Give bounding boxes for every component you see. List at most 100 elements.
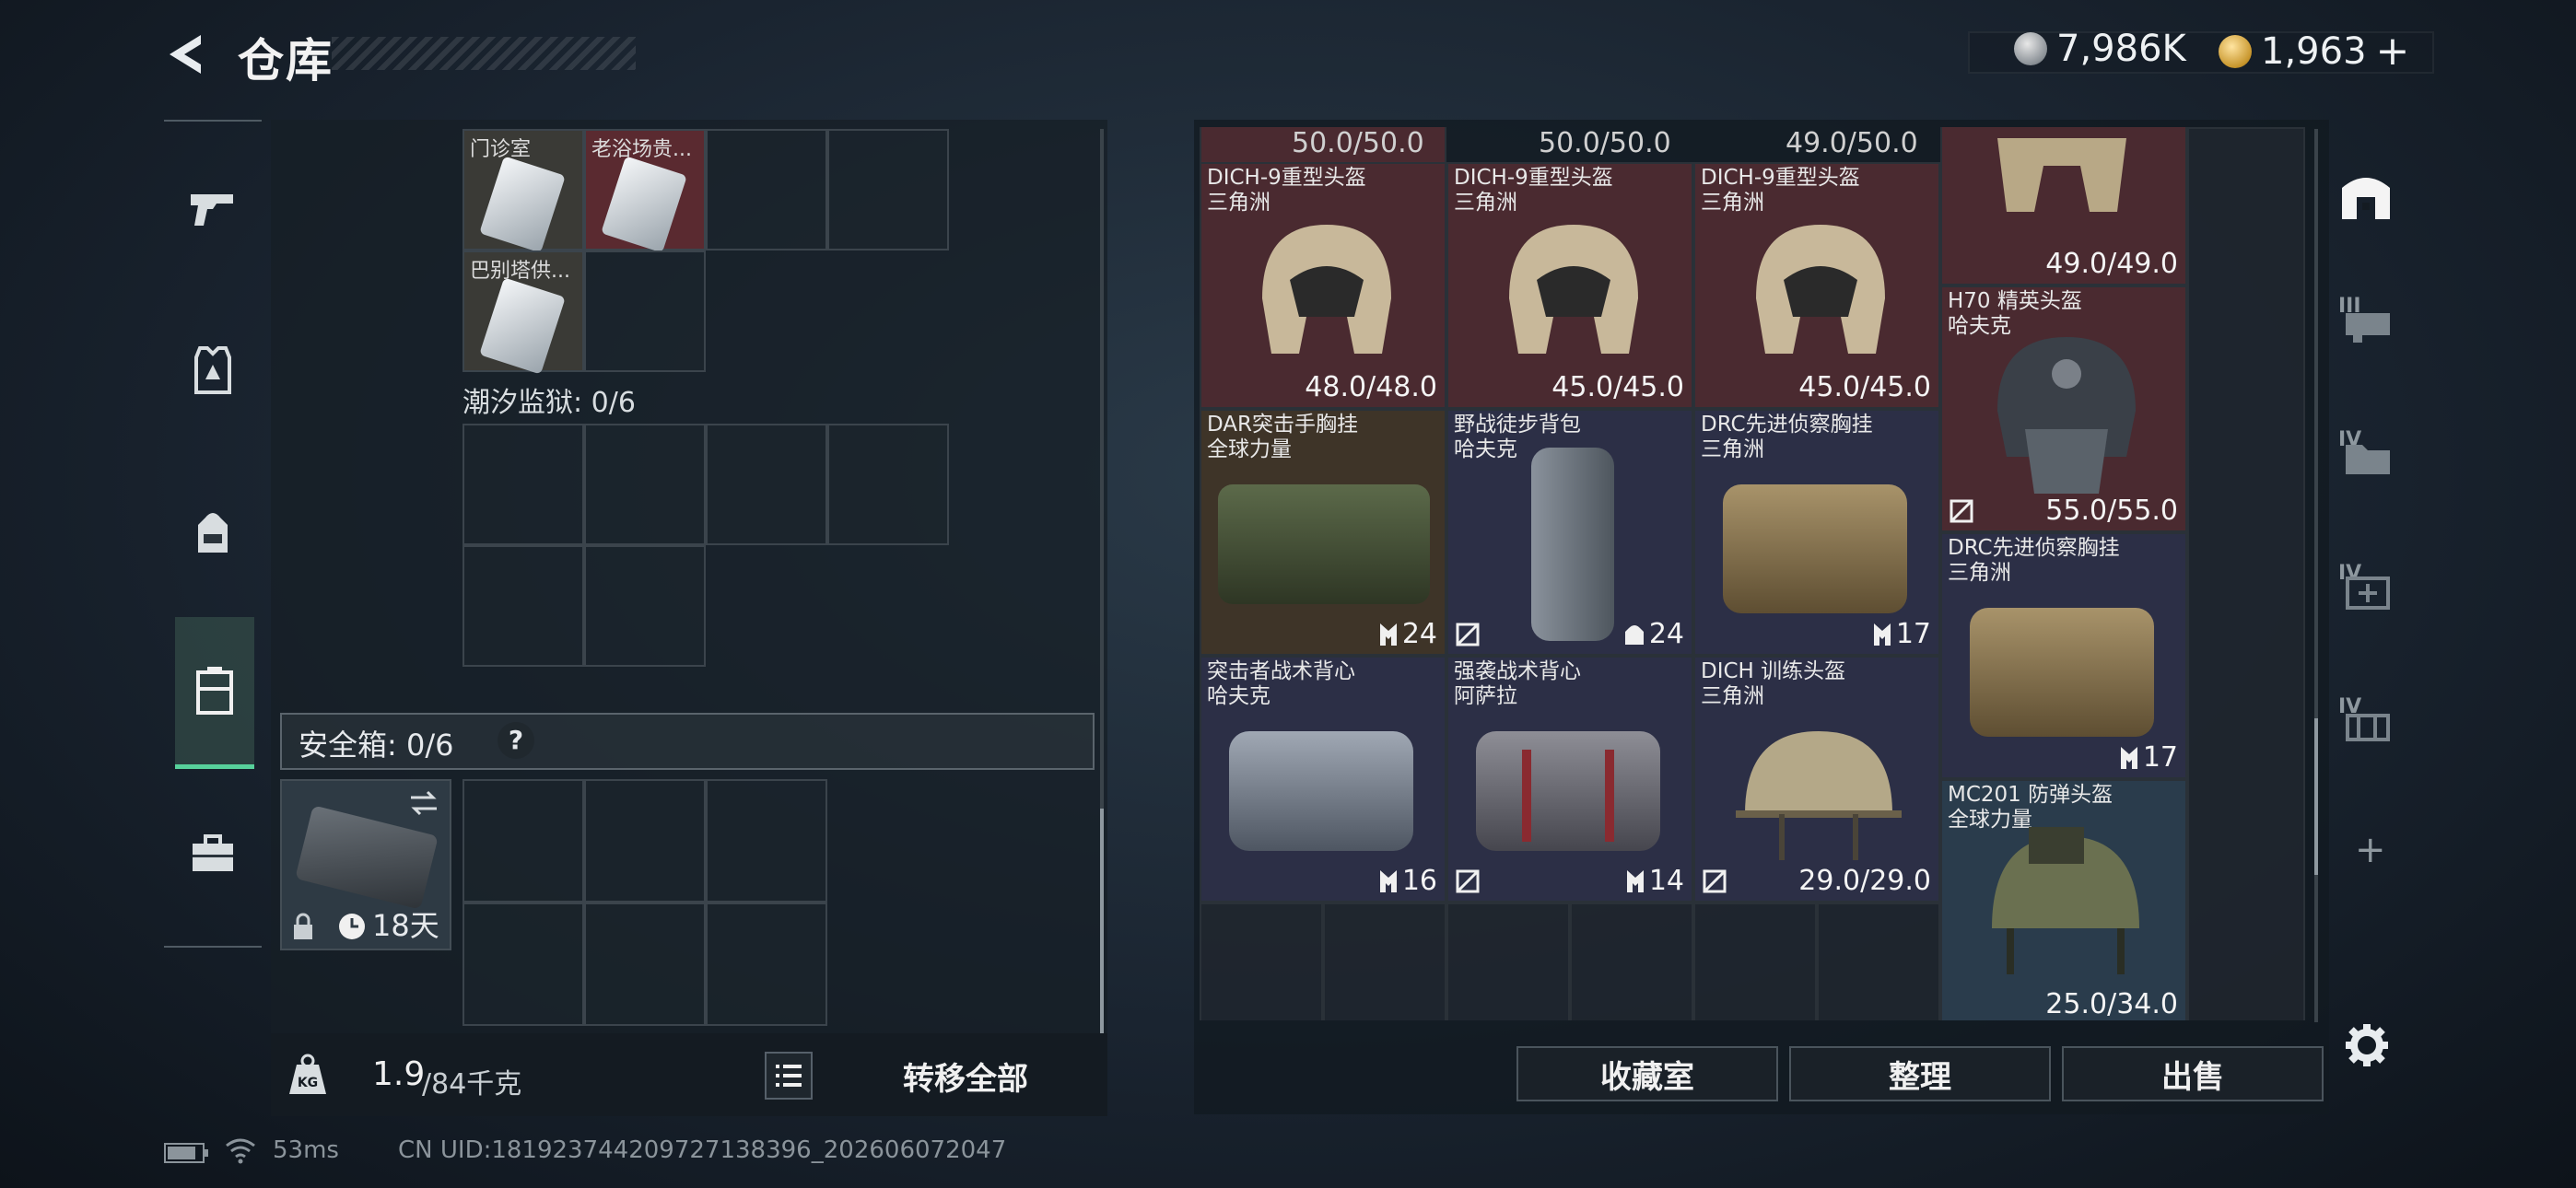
folder-icon[interactable]: [2342, 437, 2394, 478]
empty-slot[interactable]: [706, 779, 827, 903]
key-slot[interactable]: 老浴场贵...: [584, 129, 706, 253]
add-currency-button[interactable]: +: [2376, 28, 2410, 75]
empty-slot[interactable]: [1200, 903, 1323, 1020]
medkit-icon[interactable]: [2342, 571, 2394, 611]
nav-tools[interactable]: [171, 803, 254, 904]
key-slot[interactable]: 门诊室: [463, 129, 584, 253]
item-brand: 三角洲: [1701, 684, 1764, 708]
empty-slot[interactable]: [706, 424, 827, 545]
item-cell-vest[interactable]: 强袭战术背心 阿萨拉 14: [1446, 656, 1693, 903]
item-cell-helmet[interactable]: H70 精英头盔 哈夫克 55.0/55.0: [1940, 285, 2187, 532]
item-cell-helmet[interactable]: DICH 训练头盔 三角洲 29.0/29.0: [1693, 656, 1940, 903]
item-name: DAR突击手胸挂: [1207, 413, 1359, 437]
empty-slot[interactable]: [584, 779, 706, 903]
item-cell-helmet[interactable]: DICH-9重型头盔 三角洲 45.0/45.0: [1446, 162, 1693, 409]
key-slot[interactable]: 巴别塔供...: [463, 250, 584, 375]
item-cell-helmet[interactable]: DICH-9重型头盔 三角洲 48.0/48.0: [1200, 162, 1446, 409]
list-icon[interactable]: [765, 1052, 813, 1100]
helmet-image: [1262, 225, 1391, 354]
item-cell-rig[interactable]: DRC先进侦察胸挂 三角洲 17: [1693, 409, 1940, 656]
helmet-image: [1509, 225, 1638, 354]
add-tab-button[interactable]: +: [2355, 829, 2386, 871]
empty-slot[interactable]: [827, 424, 949, 545]
empty-slot[interactable]: [463, 545, 584, 667]
armor-icon: [194, 346, 231, 394]
item-cell-rig[interactable]: DAR突击手胸挂 全球力量 24: [1200, 409, 1446, 656]
item-cell-helmet[interactable]: 49.0/49.0: [1940, 127, 2187, 285]
item-cell-helmet[interactable]: MC201 防弹头盔 全球力量 25.0/34.0: [1940, 779, 2187, 1020]
empty-column[interactable]: [2187, 127, 2305, 1020]
item-durability: 29.0/29.0: [1798, 865, 1931, 897]
scrollbar-track[interactable]: [1100, 129, 1104, 1041]
item-cell-helmet[interactable]: DICH-9重型头盔 三角洲 45.0/45.0: [1693, 162, 1940, 409]
item-brand: 全球力量: [1207, 437, 1292, 461]
safe-box-item[interactable]: 18天: [280, 779, 451, 950]
empty-slot[interactable]: [706, 903, 827, 1026]
empty-slot[interactable]: [1817, 903, 1940, 1020]
empty-slot[interactable]: [463, 903, 584, 1026]
scrollbar-thumb[interactable]: [2314, 718, 2318, 875]
currency-gold[interactable]: 1,963 +: [2219, 28, 2409, 75]
gear-case-icon[interactable]: [2342, 705, 2394, 745]
container-icon: [196, 667, 233, 715]
nav-armor[interactable]: [171, 320, 254, 421]
weapon-case-icon[interactable]: [2342, 304, 2394, 344]
empty-slot[interactable]: [827, 129, 949, 250]
slot-icon: [1379, 869, 1397, 892]
empty-slot[interactable]: [1693, 903, 1817, 1020]
item-durability: 50.0/50.0: [1539, 127, 1671, 159]
item-durability: 45.0/45.0: [1798, 371, 1931, 403]
empty-slot[interactable]: [463, 779, 584, 903]
weight-current: 1.9: [372, 1055, 426, 1093]
empty-slot[interactable]: [584, 903, 706, 1026]
nav-weapons[interactable]: [171, 158, 254, 260]
empty-slot[interactable]: [1570, 903, 1693, 1020]
empty-slot[interactable]: [584, 250, 706, 372]
empty-slot[interactable]: [1323, 903, 1446, 1020]
nav-container[interactable]: [175, 617, 254, 769]
empty-slot[interactable]: [584, 424, 706, 545]
item-brand: 哈夫克: [1207, 684, 1270, 708]
item-cell-rig[interactable]: DRC先进侦察胸挂 三角洲 17: [1940, 532, 2187, 779]
page-title: 仓库: [238, 34, 334, 87]
backpack-icon: [198, 513, 228, 553]
warehouse-home-icon[interactable]: [2336, 166, 2395, 225]
sell-button[interactable]: 出售: [2062, 1046, 2324, 1101]
section-label: 潮汐监狱: 0/6: [463, 387, 636, 419]
currency-silver[interactable]: 7,986K: [2014, 28, 2186, 70]
helmet-image: [1997, 138, 2126, 212]
swap-icon[interactable]: [407, 788, 440, 818]
item-capacity: 24: [1401, 618, 1437, 650]
uid-label: CN UID:1819237442097271383​96_2026060720…: [398, 1136, 1007, 1164]
no-insure-icon: [1456, 623, 1480, 646]
item-cell-backpack[interactable]: 野战徒步背包 哈夫克 24: [1446, 409, 1693, 656]
settings-gear-icon[interactable]: [2344, 1022, 2390, 1068]
item-name: MC201 防弹头盔: [1948, 783, 2113, 807]
warehouse-tabs: III IV IV IV +: [2336, 120, 2401, 1066]
nav-backpack[interactable]: [171, 481, 254, 582]
slot-icon: [1626, 869, 1644, 892]
item-name: DICH-9重型头盔: [1207, 166, 1366, 190]
scrollbar-thumb[interactable]: [1100, 809, 1104, 1039]
collection-room-button[interactable]: 收藏室: [1516, 1046, 1778, 1101]
vest-strap: [1605, 750, 1614, 842]
empty-slot[interactable]: [463, 424, 584, 545]
empty-slot[interactable]: [706, 129, 827, 250]
vest-strap: [1522, 750, 1531, 842]
empty-slot[interactable]: [584, 545, 706, 667]
help-button[interactable]: ?: [498, 722, 534, 759]
item-brand: 三角洲: [1454, 191, 1517, 215]
currency-gold-value: 1,963: [2261, 29, 2367, 73]
item-durability: 49.0/50.0: [1786, 127, 1918, 159]
warehouse-scrollbar[interactable]: [2314, 129, 2318, 1022]
item-durability: 45.0/45.0: [1551, 371, 1684, 403]
no-insure-icon: [1950, 499, 1973, 523]
slot-icon: [2120, 746, 2137, 769]
item-cell-vest[interactable]: 突击者战术背心 哈夫克 16: [1200, 656, 1446, 903]
empty-slot[interactable]: [1446, 903, 1570, 1020]
sort-button[interactable]: 整理: [1789, 1046, 2051, 1101]
key-label: 巴别塔供...: [470, 260, 570, 283]
transfer-all-button[interactable]: 转移全部: [903, 1054, 1028, 1099]
back-arrow-icon[interactable]: [164, 31, 210, 77]
helmet-image: [1997, 337, 2136, 494]
